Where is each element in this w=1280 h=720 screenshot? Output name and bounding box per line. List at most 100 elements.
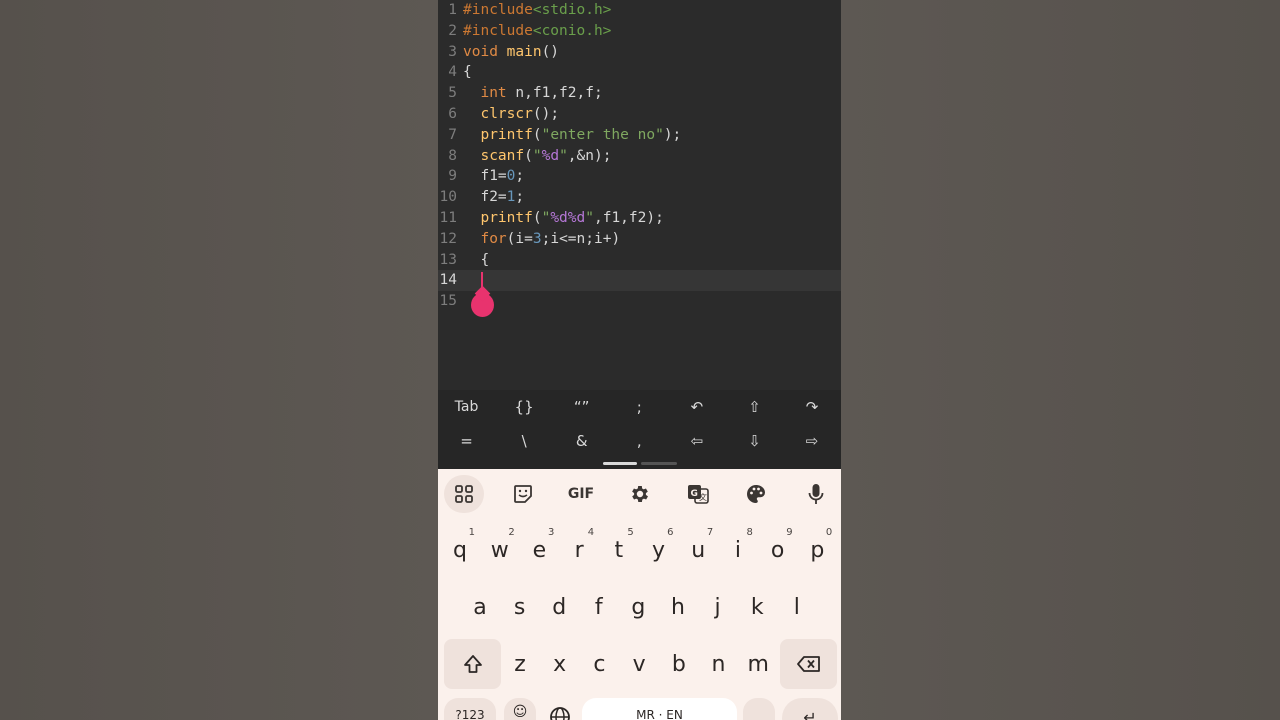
emoji-key[interactable]: ☺ (504, 698, 536, 720)
key-e[interactable]: e3 (521, 525, 557, 575)
code-token: ( (532, 210, 542, 226)
key-h[interactable]: h (660, 582, 696, 632)
line-number: 4 (448, 64, 457, 81)
enter-key[interactable]: ↵ (782, 698, 838, 720)
key-label: r (574, 537, 584, 563)
mic-icon[interactable] (796, 475, 836, 513)
key-r[interactable]: r4 (561, 525, 597, 575)
code-line[interactable]: 9 f1=0; (438, 166, 841, 187)
period-key[interactable] (743, 698, 775, 720)
ampersand-key[interactable]: & (553, 425, 610, 457)
globe-icon (549, 706, 571, 720)
line-code: { (463, 62, 472, 83)
key-f[interactable]: f (581, 582, 617, 632)
key-i[interactable]: i8 (720, 525, 756, 575)
key-m[interactable]: m (740, 639, 776, 689)
shift-key[interactable] (444, 639, 501, 689)
code-line[interactable]: 12 for(i=3;i<=n;i+) (438, 229, 841, 250)
symbol-page-indicator (641, 462, 677, 465)
key-t[interactable]: t5 (601, 525, 637, 575)
comma-key[interactable]: , (611, 425, 668, 457)
space-key[interactable]: MR · EN (582, 698, 737, 720)
code-line[interactable]: 15 (438, 291, 841, 312)
key-c[interactable]: c (581, 639, 617, 689)
key-q[interactable]: q1 (442, 525, 478, 575)
code-line[interactable]: 11 printf("%d%d",f1,f2); (438, 208, 841, 229)
code-line[interactable]: 7 printf("enter the no"); (438, 125, 841, 146)
key-o[interactable]: o9 (760, 525, 796, 575)
line-number: 7 (448, 126, 457, 143)
key-j[interactable]: j (700, 582, 736, 632)
line-number: 11 (439, 210, 457, 226)
code-token: printf (480, 210, 533, 226)
braces-key[interactable]: {} (496, 391, 553, 423)
key-s[interactable]: s (502, 582, 538, 632)
code-line[interactable]: 13 { (438, 250, 841, 271)
code-line[interactable]: 10 f2=1; (438, 187, 841, 208)
code-editor[interactable]: 1 #include<stdio.h> 2 #include<conio.h> 3 voi… (438, 0, 841, 390)
key-a[interactable]: a (462, 582, 498, 632)
code-line[interactable]: 8 scanf("%d",&n); (438, 146, 841, 167)
svg-text:G: G (691, 489, 698, 499)
key-p[interactable]: p0 (799, 525, 835, 575)
key-d[interactable]: d (541, 582, 577, 632)
key-label: p (810, 537, 825, 563)
language-key[interactable] (544, 698, 576, 720)
key-x[interactable]: x (542, 639, 578, 689)
key-z[interactable]: z (502, 639, 538, 689)
line-code: f1=0; (463, 166, 524, 187)
backspace-key[interactable] (780, 639, 837, 689)
translate-icon[interactable]: G文 (678, 475, 718, 513)
palette-icon[interactable] (736, 475, 776, 513)
gif-button[interactable]: GIF (561, 475, 601, 513)
key-l[interactable]: l (779, 582, 815, 632)
code-token: clrscr (480, 106, 533, 122)
tab-key[interactable]: Tab (438, 391, 495, 423)
key-n[interactable]: n (701, 639, 737, 689)
code-line[interactable]: 3 void main() (438, 42, 841, 63)
key-w[interactable]: w2 (482, 525, 518, 575)
apps-icon[interactable] (444, 475, 484, 513)
cursor-handle[interactable] (471, 293, 494, 317)
key-v[interactable]: v (621, 639, 657, 689)
code-line[interactable]: 5 int n,f1,f2,f; (438, 83, 841, 104)
undo-icon[interactable]: ↶ (668, 391, 725, 423)
code-line[interactable]: 6 clrscr(); (438, 104, 841, 125)
code-line[interactable]: 1 #include<stdio.h> (438, 0, 841, 21)
gear-icon[interactable] (620, 475, 660, 513)
code-token: <stdio.h> (532, 2, 612, 18)
semicolon-key[interactable]: ; (611, 391, 668, 423)
line-code: scanf("%d",&n); (463, 146, 611, 167)
code-token: " (585, 210, 594, 226)
code-token: ); (663, 126, 682, 143)
code-line[interactable]: 2 #include<conio.h> (438, 21, 841, 42)
numbers-key[interactable]: ?123 (444, 698, 496, 720)
code-token: #include (463, 2, 533, 18)
key-hint: 7 (706, 527, 714, 538)
backslash-key[interactable]: \ (496, 425, 553, 457)
quotes-key[interactable]: “” (553, 391, 610, 423)
redo-icon[interactable]: ↷ (784, 391, 841, 423)
line-code: f2=1; (463, 187, 524, 208)
line-number: 10 (439, 189, 457, 206)
code-line[interactable]: 4{ (438, 62, 841, 83)
line-code: printf("%d%d",f1,f2); (463, 208, 663, 229)
code-token: int (480, 85, 507, 102)
arrow-down-icon[interactable]: ⇩ (726, 425, 783, 457)
key-y[interactable]: y6 (641, 525, 677, 575)
background-left (0, 0, 438, 720)
arrow-left-icon[interactable]: ⇦ (668, 425, 725, 457)
line-number: 8 (448, 147, 457, 164)
key-k[interactable]: k (739, 582, 775, 632)
line-code: for(i=3;i<=n;i+) (463, 229, 620, 250)
code-line[interactable]: 14 (438, 270, 841, 292)
equals-key[interactable]: = (438, 425, 495, 457)
sticker-icon[interactable] (503, 475, 543, 513)
key-g[interactable]: g (620, 582, 656, 632)
arrow-right-icon[interactable]: ⇨ (784, 425, 841, 457)
shift-symbol-key[interactable]: ⇧ (726, 391, 783, 423)
key-u[interactable]: u7 (680, 525, 716, 575)
key-b[interactable]: b (661, 639, 697, 689)
